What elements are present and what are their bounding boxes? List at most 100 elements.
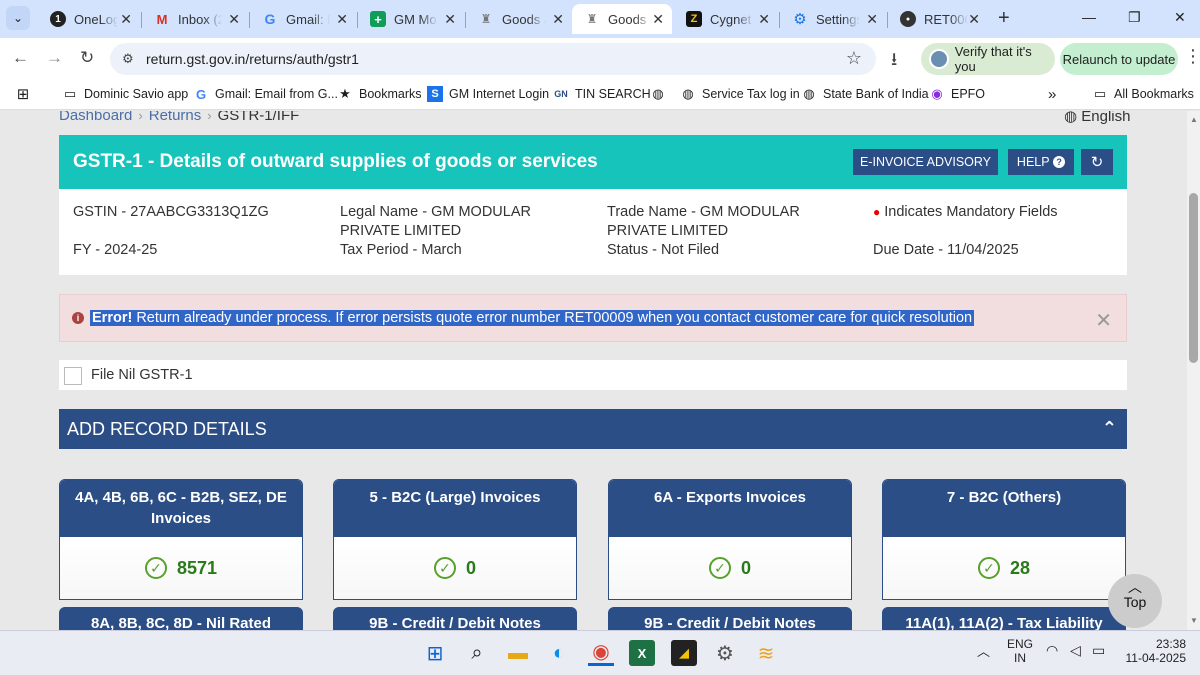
bookmark-star-icon[interactable]: ☆: [846, 48, 862, 69]
epfo-icon: ◉: [931, 86, 943, 101]
financial-year: FY - 2024-25: [73, 242, 158, 258]
bookmark-globe[interactable]: ◍: [650, 86, 672, 102]
gst-portal-page: Dashboard › Returns › GSTR-1/IFF ◍ English G…: [0, 111, 1187, 630]
error-info-icon: i: [72, 312, 84, 324]
tab-onelog[interactable]: 1 OneLog ✕: [38, 4, 140, 34]
bookmark-sbi[interactable]: ◍ State Bank of India: [801, 86, 928, 102]
chrome-icon[interactable]: ◉: [588, 640, 614, 666]
windows-start-icon[interactable]: ⊞: [422, 640, 448, 666]
notes-icon[interactable]: ◢: [671, 640, 697, 666]
google-icon: G: [264, 11, 276, 27]
card-count: 0: [465, 557, 476, 578]
error-message: Return already under process. If error p…: [136, 310, 973, 326]
help-button[interactable]: HELP ?: [1008, 149, 1074, 175]
einvoice-advisory-button[interactable]: E-INVOICE ADVISORY: [853, 149, 998, 175]
file-explorer-icon[interactable]: ▬: [505, 640, 531, 666]
menu-dots-icon[interactable]: ⋮: [1184, 46, 1200, 67]
card-credit-debit-notes-1[interactable]: 9B - Credit / Debit Notes: [333, 607, 577, 630]
scrollbar-thumb[interactable]: [1189, 193, 1198, 363]
close-tab-icon[interactable]: ✕: [968, 11, 980, 27]
settings-gear-icon[interactable]: ⚙: [712, 640, 738, 666]
card-tax-liability[interactable]: 11A(1), 11A(2) - Tax Liability: [882, 607, 1126, 630]
close-alert-icon[interactable]: ✕: [1095, 308, 1112, 333]
status: Status - Not Filed: [607, 242, 720, 258]
wifi-icon[interactable]: ◠: [1046, 643, 1058, 657]
bookmark-tin-search[interactable]: GN TIN SEARCH: [553, 86, 650, 102]
address-bar[interactable]: ⚙ return.gst.gov.in/returns/auth/gstr1 ☆: [110, 43, 876, 75]
bookmark-gmail[interactable]: G Gmail: Email from G...: [193, 86, 338, 102]
card-count: 0: [740, 557, 751, 578]
all-bookmarks[interactable]: ▭ All Bookmarks: [1092, 86, 1194, 102]
more-bookmarks-icon[interactable]: »: [1048, 86, 1056, 103]
breadcrumb-dashboard[interactable]: Dashboard: [59, 111, 132, 124]
card-title: 6A - Exports Invoices: [609, 480, 851, 537]
close-tab-icon[interactable]: ✕: [336, 11, 348, 27]
search-icon[interactable]: ⌕: [464, 640, 490, 666]
apps-grid-icon[interactable]: ⊞: [15, 86, 37, 103]
required-dot-icon: ●: [873, 205, 881, 219]
close-tab-icon[interactable]: ✕: [228, 11, 240, 27]
back-arrow-icon[interactable]: ←: [12, 49, 29, 67]
download-icon[interactable]: ⭳: [891, 47, 897, 77]
battery-icon[interactable]: ▭: [1092, 643, 1105, 657]
file-nil-checkbox[interactable]: [64, 367, 82, 385]
app-icon[interactable]: ≋: [753, 640, 779, 666]
card-b2c-large[interactable]: 5 - B2C (Large) Invoices ✓ 0: [333, 479, 577, 600]
tin-icon: GN: [554, 89, 568, 99]
bookmark-service-tax[interactable]: ◍ Service Tax log in: [680, 86, 799, 102]
tax-period: Tax Period - March: [340, 242, 462, 258]
card-exports[interactable]: 6A - Exports Invoices ✓ 0: [608, 479, 852, 600]
breadcrumb-returns[interactable]: Returns: [149, 111, 202, 124]
card-b2b-invoices[interactable]: 4A, 4B, 6B, 6C - B2B, SEZ, DE Invoices ✓…: [59, 479, 303, 600]
site-info-icon[interactable]: ⚙: [122, 51, 134, 67]
close-tab-icon[interactable]: ✕: [444, 11, 456, 27]
tab-gm-modular[interactable]: + GM Mo ✕: [358, 4, 464, 34]
bookmark-gm-internet-login[interactable]: S GM Internet Login: [427, 86, 549, 102]
tab-cygnet[interactable]: Z Cygnet ✕: [674, 4, 778, 34]
refresh-icon[interactable]: ↻: [1081, 149, 1113, 175]
language-indicator[interactable]: ENG IN: [1006, 637, 1034, 665]
card-b2c-others[interactable]: 7 - B2C (Others) ✓ 28: [882, 479, 1126, 600]
tab-gmail[interactable]: G Gmail: F ✕: [250, 4, 356, 34]
edge-icon[interactable]: ◐: [546, 640, 572, 666]
forward-arrow-icon[interactable]: →: [46, 49, 63, 67]
page-scrollbar[interactable]: ▲ ▼: [1187, 111, 1200, 630]
bookmark-bookmarks[interactable]: ★ Bookmarks: [337, 86, 421, 102]
card-count: 28: [1009, 557, 1031, 578]
verify-identity-button[interactable]: Verify that it's you: [921, 43, 1055, 75]
card-credit-debit-notes-2[interactable]: 9B - Credit / Debit Notes: [608, 607, 852, 630]
close-tab-icon[interactable]: ✕: [120, 11, 132, 27]
url-text[interactable]: return.gst.gov.in/returns/auth/gstr1: [146, 51, 359, 67]
card-nil-rated[interactable]: 8A, 8B, 8C, 8D - Nil Rated: [59, 607, 303, 630]
tab-goods-1[interactable]: ♜ Goods & ✕: [466, 4, 572, 34]
scroll-to-top-button[interactable]: ︿ Top: [1108, 574, 1162, 628]
bookmark-epfo[interactable]: ◉ EPFO: [929, 86, 985, 102]
excel-icon[interactable]: X: [629, 640, 655, 666]
close-tab-icon[interactable]: ✕: [758, 11, 770, 27]
language-selector[interactable]: ◍ English: [1064, 111, 1130, 125]
restore-icon[interactable]: ❐: [1128, 9, 1141, 26]
close-tab-icon[interactable]: ✕: [866, 11, 878, 27]
bookmark-dominic-savio[interactable]: ▭ Dominic Savio app: [62, 86, 188, 102]
tab-goods-active[interactable]: ♜ Goods & ✕: [572, 4, 672, 34]
globe-icon: ◍: [1064, 111, 1078, 125]
minimize-icon[interactable]: —: [1082, 9, 1096, 25]
close-tab-icon[interactable]: ✕: [652, 11, 664, 27]
chevron-up-icon[interactable]: ⌃: [1102, 418, 1117, 439]
tab-settings[interactable]: ⚙ Settings ✕: [780, 4, 886, 34]
reload-icon[interactable]: ↻: [80, 49, 94, 67]
tab-search-chevron-icon[interactable]: ⌄: [6, 6, 30, 30]
add-record-details-bar[interactable]: ADD RECORD DETAILS ⌃: [59, 409, 1127, 449]
tab-ret00009[interactable]: ● RET000 ✕: [888, 4, 988, 34]
close-tab-icon[interactable]: ✕: [552, 11, 564, 27]
volume-icon[interactable]: ◁: [1070, 643, 1081, 657]
new-tab-plus-icon[interactable]: +: [998, 8, 1010, 28]
relaunch-button[interactable]: Relaunch to update: [1060, 43, 1178, 75]
scroll-up-icon[interactable]: ▲: [1190, 115, 1198, 124]
tab-inbox[interactable]: M Inbox (2 ✕: [142, 4, 248, 34]
tray-chevron-up-icon[interactable]: ︿: [977, 645, 990, 659]
clock[interactable]: 23:38 11-04-2025: [1120, 637, 1187, 665]
scroll-down-icon[interactable]: ▼: [1190, 616, 1198, 625]
onelog-icon: 1: [50, 11, 66, 27]
close-window-icon[interactable]: ✕: [1174, 9, 1186, 26]
